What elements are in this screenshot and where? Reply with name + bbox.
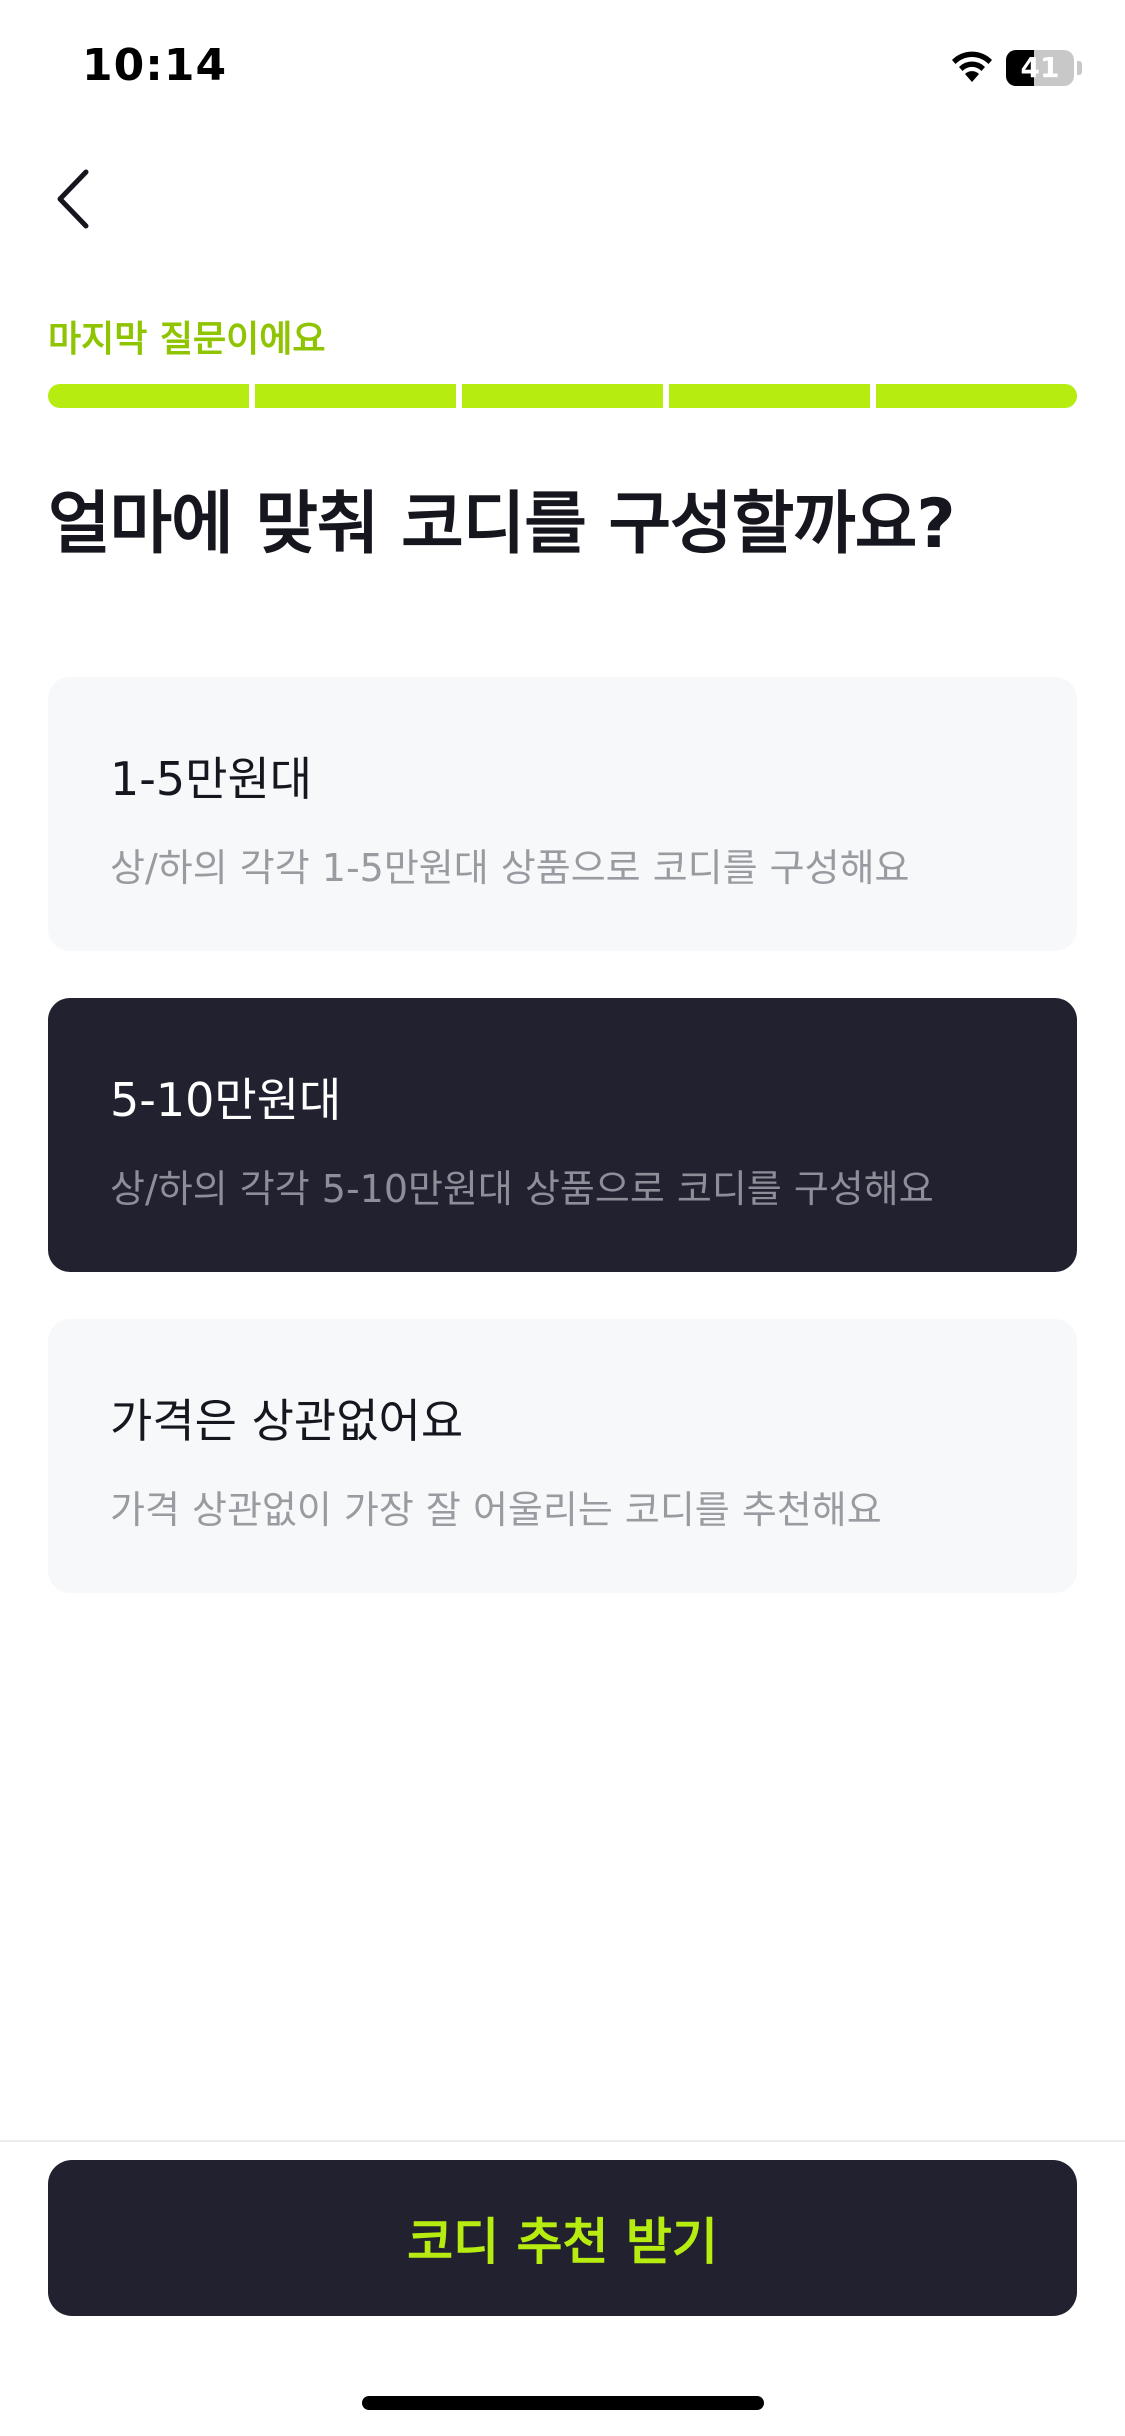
option-title: 가격은 상관없어요 [110, 1394, 464, 1448]
progress-bar [48, 384, 1077, 408]
progress-segment [462, 384, 663, 408]
progress-segment [669, 384, 870, 408]
progress-segment [255, 384, 456, 408]
option-description: 가격 상관없이 가장 잘 어울리는 코디를 추천해요 [110, 1488, 882, 1532]
home-indicator[interactable] [362, 2396, 764, 2410]
status-time: 10:14 [82, 40, 228, 91]
option-title: 1-5만원대 [110, 752, 313, 806]
option-description: 상/하의 각각 1-5만원대 상품으로 코디를 구성해요 [110, 846, 910, 890]
battery-body: 41 [1006, 50, 1074, 86]
step-caption: 마지막 질문이에요 [48, 319, 326, 360]
option-card-1-5[interactable]: 1-5만원대 상/하의 각각 1-5만원대 상품으로 코디를 구성해요 [48, 677, 1077, 951]
option-title: 5-10만원대 [110, 1073, 342, 1127]
wifi-icon [948, 48, 996, 84]
battery-tip [1077, 61, 1082, 75]
progress-segment [48, 384, 249, 408]
status-bar: 10:14 41 [0, 0, 1125, 140]
question-title: 얼마에 맞춰 코디를 구성할까요? [48, 485, 956, 564]
option-description: 상/하의 각각 5-10만원대 상품으로 코디를 구성해요 [110, 1167, 934, 1211]
battery-level: 41 [1020, 51, 1060, 84]
back-button[interactable] [40, 150, 104, 246]
battery-icon: 41 [1006, 50, 1084, 86]
chevron-left-icon [57, 169, 89, 229]
progress-segment [876, 384, 1077, 408]
get-coordi-recommendation-button[interactable]: 코디 추천 받기 [48, 2160, 1077, 2316]
bottom-divider [0, 2140, 1125, 2142]
option-card-any-price[interactable]: 가격은 상관없어요 가격 상관없이 가장 잘 어울리는 코디를 추천해요 [48, 1319, 1077, 1593]
option-card-5-10[interactable]: 5-10만원대 상/하의 각각 5-10만원대 상품으로 코디를 구성해요 [48, 998, 1077, 1272]
